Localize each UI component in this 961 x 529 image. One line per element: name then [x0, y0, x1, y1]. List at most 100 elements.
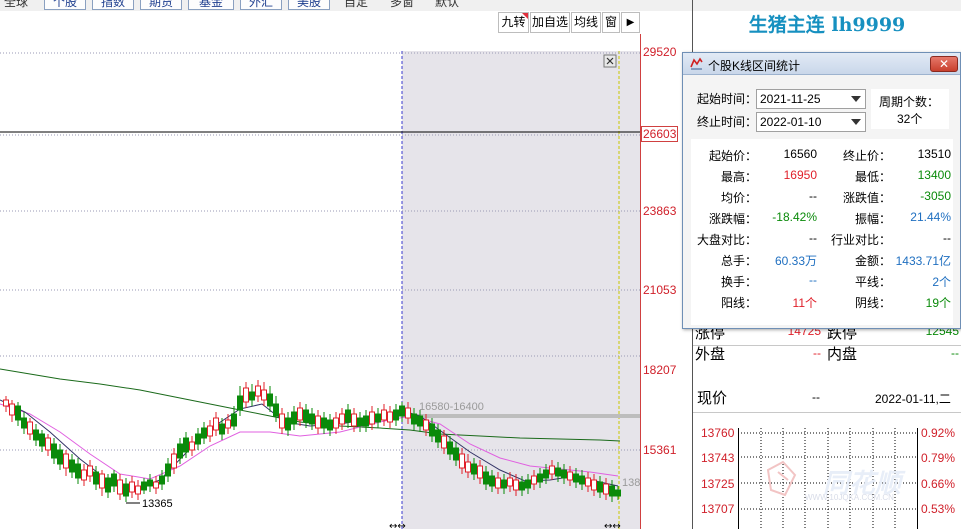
candle-body [489, 475, 495, 487]
crosshair-price-label: 26603 [641, 126, 679, 142]
stat-value: -- [809, 231, 817, 245]
start-time-label: 起始时间： [697, 92, 758, 106]
candle-body [537, 473, 543, 483]
candle-body [441, 435, 447, 449]
interval-stats-dialog[interactable]: 个股K线区间统计 ✕ 起始时间： 2021-11-25 终止时间： 2022-0… [682, 52, 961, 329]
jiuzhuan-button[interactable]: 九转 [498, 12, 529, 33]
kline-chart[interactable]: 16580-16400 13365 138 ↔↔ ↔↔ [0, 34, 640, 529]
candle-body [273, 403, 279, 417]
stats-app-icon [690, 57, 703, 70]
mini-pct-label: 0.66% [921, 477, 956, 491]
candle-body [15, 405, 21, 421]
end-date-select[interactable]: 2022-01-10 [756, 112, 866, 132]
intraday-mini-chart[interactable]: 同花顺 WWW.10JQKA.COM.CN 13760 13743 13725 … [693, 420, 961, 529]
tab-stocks[interactable]: 个股 [44, 0, 86, 10]
period-count-box: 周期个数： 32个 [871, 89, 949, 129]
candle-body [495, 477, 501, 489]
start-date-select[interactable]: 2021-11-25 [756, 89, 866, 109]
tab-futures[interactable]: 期货 [140, 0, 182, 10]
outer-volume-label: 外盘 [695, 346, 726, 363]
range-label: 16580-16400 [419, 401, 484, 413]
candle-body [39, 433, 45, 447]
quote-panel: 涨停 14725 跌停 12545 外盘 -- 内盘 -- [693, 320, 961, 380]
resize-handle-icon[interactable]: ↔↔ [389, 521, 406, 529]
candle-body [585, 477, 591, 487]
candle-body [171, 453, 177, 469]
candle-body [291, 411, 297, 425]
window-button[interactable]: 窗 [602, 12, 620, 33]
next-icon[interactable]: ▶ [621, 12, 640, 33]
stat-value: -- [809, 189, 817, 203]
mini-price-label: 13707 [701, 502, 735, 516]
chart-close-icon[interactable] [603, 54, 617, 68]
candle-body [267, 393, 273, 407]
current-price-value: -- [812, 390, 820, 404]
stat-value: -- [809, 273, 817, 287]
stat-label: 涨跌幅： [708, 212, 757, 226]
tab-default[interactable]: 默认 [435, 0, 459, 9]
stat-label: 阳线： [720, 296, 757, 310]
candle-body [525, 479, 531, 489]
chevron-down-icon[interactable] [851, 96, 861, 102]
stat-value: 13400 [917, 168, 951, 182]
dialog-title: 个股K线区间统计 [708, 59, 801, 73]
candle-body [237, 395, 243, 411]
candle-body [573, 473, 579, 483]
stat-label: 行业对比： [830, 233, 891, 247]
y-label: 18207 [643, 363, 677, 377]
candle-body [387, 411, 393, 423]
inner-volume-value: -- [951, 346, 959, 360]
range-level-bar [402, 414, 640, 418]
candle-body [405, 407, 411, 419]
mini-price-label: 13760 [701, 426, 735, 440]
chevron-down-icon[interactable] [851, 119, 861, 125]
axis-line [640, 34, 641, 529]
end-time-label: 终止时间： [697, 115, 758, 129]
candle-body [435, 429, 441, 443]
tab-funds[interactable]: 基金 [188, 0, 234, 10]
mini-pct-label: 0.53% [921, 502, 956, 516]
stat-label: 振幅： [854, 212, 891, 226]
period-count-label: 周期个数： [879, 95, 940, 109]
tab-custom[interactable]: 自定 [344, 0, 368, 9]
dialog-title-bar[interactable]: 个股K线区间统计 ✕ [683, 53, 960, 75]
mini-price-label: 13725 [701, 477, 735, 491]
candle-body [33, 429, 39, 441]
tab-multi-window[interactable]: 多窗 [390, 0, 414, 9]
quote-date: 2022-01-11,二 [875, 392, 951, 406]
stat-value: 1433.71亿 [895, 254, 951, 268]
tab-us-stocks[interactable]: 美股 [288, 0, 330, 10]
stat-value: 16950 [783, 168, 817, 182]
stat-value: -- [943, 231, 951, 245]
tab-global[interactable]: 全球 [4, 0, 28, 9]
candle-body [555, 467, 561, 477]
candle-body [411, 413, 417, 425]
moving-average-button[interactable]: 均线 [571, 12, 601, 33]
candle-body [231, 413, 237, 427]
stat-value: 13510 [917, 147, 951, 161]
tab-index[interactable]: 指数 [92, 0, 134, 10]
stat-label: 金额： [854, 254, 891, 268]
candle-body [423, 419, 429, 431]
current-price-label: 现价 [697, 390, 728, 407]
candle-body [93, 471, 99, 485]
candle-body [393, 409, 399, 421]
stat-value: 11个 [792, 296, 817, 310]
stat-value: 19个 [925, 296, 951, 310]
stat-value: 2个 [932, 275, 951, 289]
candle-body [183, 437, 189, 453]
mini-price-label: 13743 [701, 451, 735, 465]
candle-body [207, 425, 213, 437]
candle-body [615, 489, 621, 497]
candle-body [465, 461, 471, 473]
close-icon[interactable]: ✕ [930, 56, 958, 72]
candle-body [129, 481, 135, 493]
resize-handle-icon[interactable]: ↔↔ [604, 521, 621, 529]
candle-body [147, 479, 153, 487]
stat-value: 16560 [783, 147, 817, 161]
candle-body [597, 481, 603, 493]
selection-region[interactable] [402, 51, 640, 529]
candle-body [549, 465, 555, 475]
tab-forex[interactable]: 外汇 [240, 0, 282, 10]
add-to-watchlist-button[interactable]: 加自选 [530, 12, 570, 33]
